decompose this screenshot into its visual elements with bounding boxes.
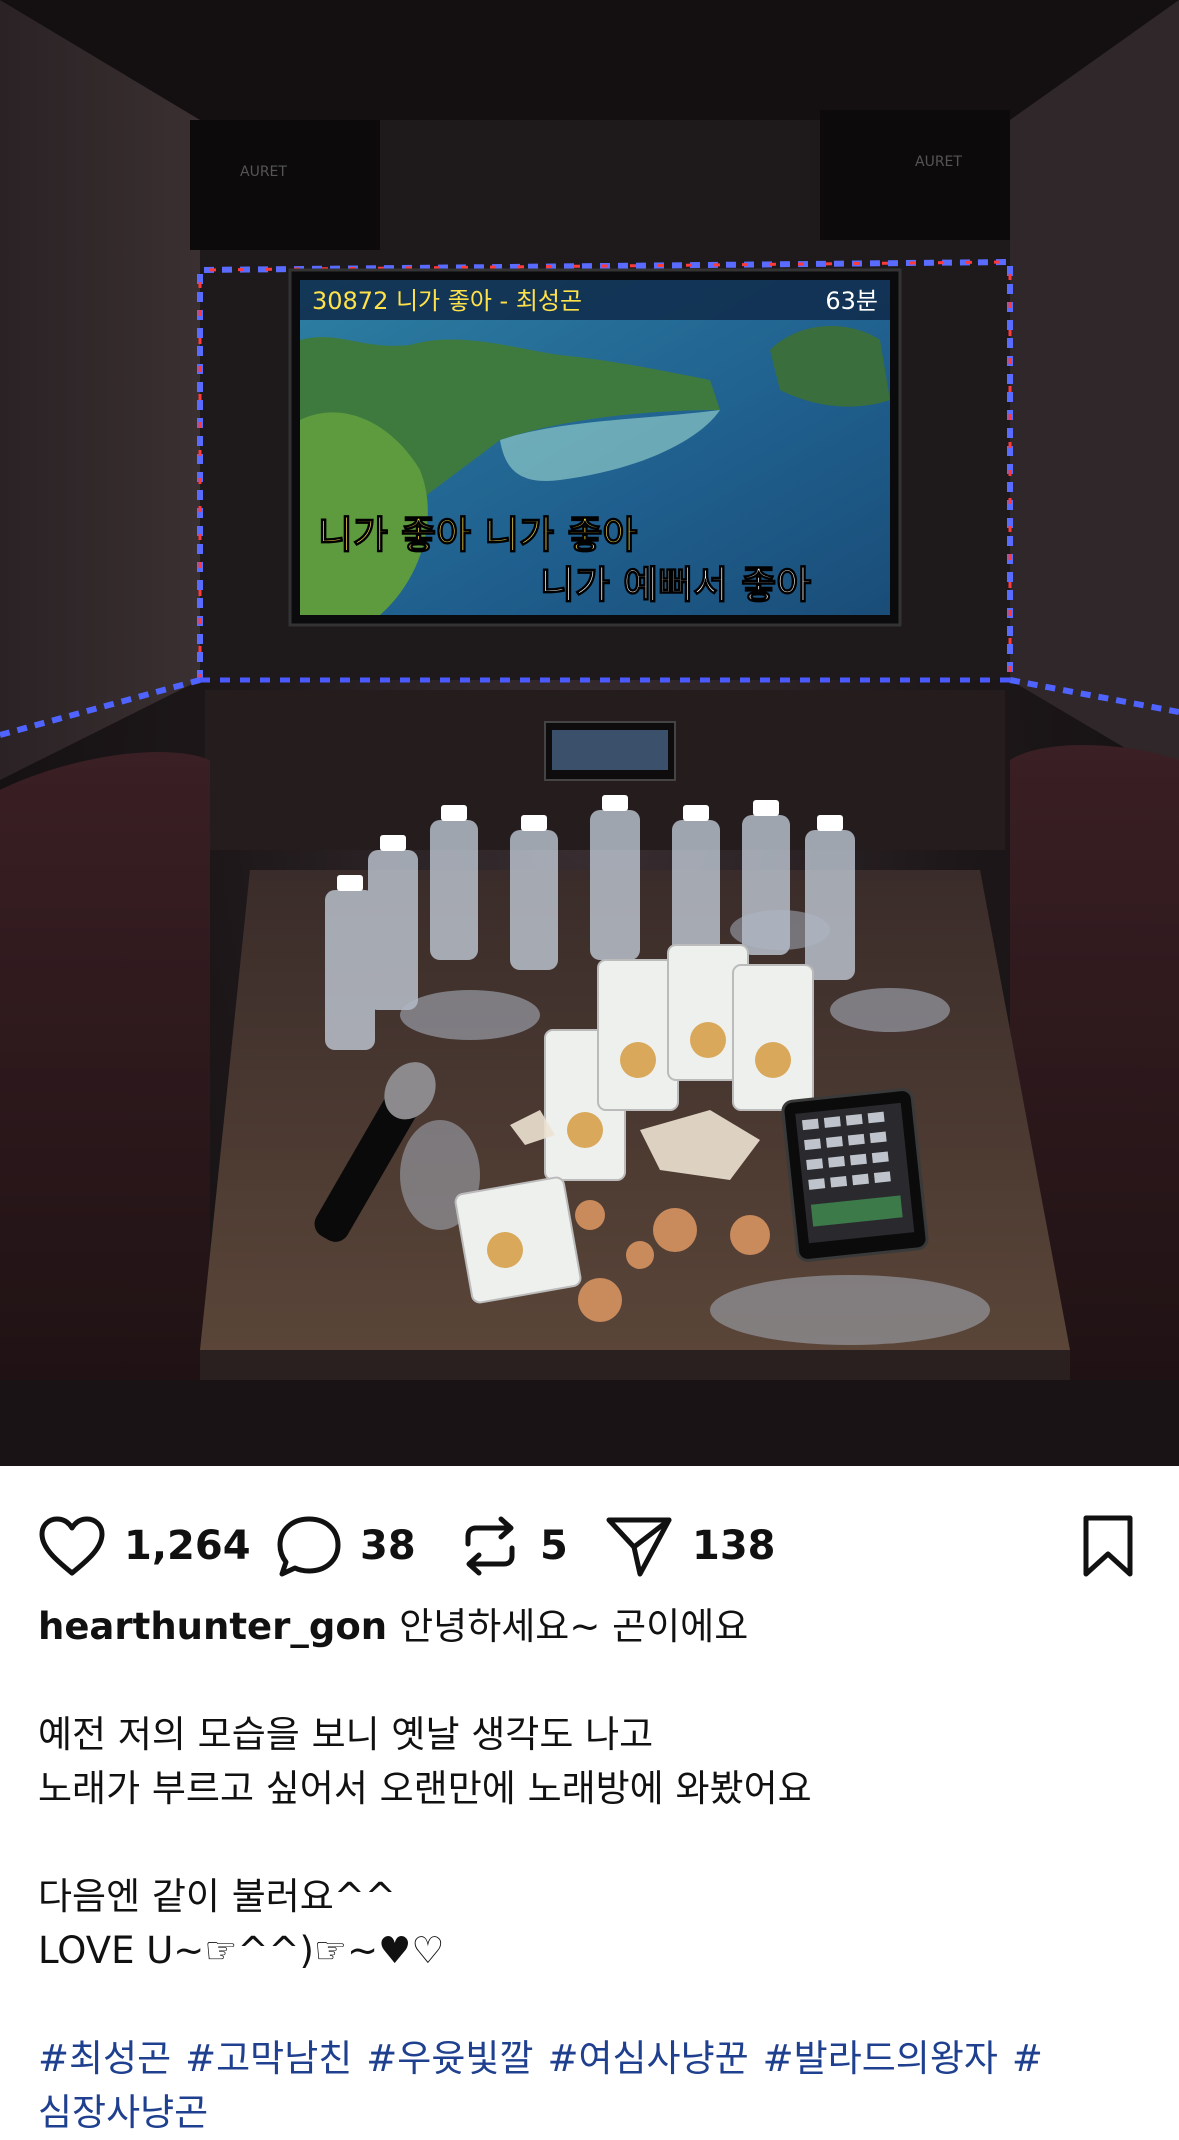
heart-icon[interactable] [38, 1515, 106, 1577]
share-action[interactable]: 138 [604, 1510, 776, 1582]
tv-lyric-line-1: 니가 좋아 니가 좋아 [318, 513, 637, 557]
speaker-brand-left: AURET [240, 164, 287, 180]
send-icon[interactable] [604, 1514, 674, 1578]
hashtag-link[interactable]: #발라드의왕자 [763, 2037, 998, 2080]
repost-action[interactable]: 5 [458, 1510, 568, 1582]
tv-lyric-line-2: 니가 예뻐서 좋아 [540, 563, 811, 607]
tv-minutes: 63분 [825, 287, 878, 315]
hashtag-link[interactable]: #고막남친 [185, 2037, 352, 2080]
bookmark-icon[interactable] [1080, 1514, 1136, 1578]
username-link[interactable]: hearthunter_gon [38, 1605, 387, 1648]
hashtag-list: #최성곤 #고막남친 #우윳빛깔 #여심사냥꾼 #발라드의왕자 #심장사냥곤 [38, 2032, 1148, 2140]
caption-first-line: hearthunter_gon 안녕하세요~ 곤이에요 [38, 1600, 1148, 1654]
comment-count: 38 [360, 1523, 416, 1569]
caption-line: 예전 저의 모습을 보니 옛날 생각도 나고 [38, 1713, 654, 1756]
repost-icon[interactable] [458, 1514, 522, 1578]
comment-bubble-icon[interactable] [276, 1514, 342, 1578]
karaoke-room-image: AURET AURET 30872 니가 좋아 - 최성곤 63분 니가 좋아 … [0, 0, 1179, 1466]
hashtag-link[interactable]: #우윳빛깔 [366, 2037, 533, 2080]
post-photo[interactable]: AURET AURET 30872 니가 좋아 - 최성곤 63분 니가 좋아 … [0, 0, 1179, 1466]
post-action-bar: 1,264 38 5 138 [0, 1466, 1179, 1616]
like-count: 1,264 [124, 1523, 251, 1569]
caption-line: 노래가 부르고 싶어서 오랜만에 노래방에 와봤어요 [38, 1767, 812, 1810]
caption-greeting: 안녕하세요~ 곤이에요 [399, 1605, 749, 1648]
hashtag-link[interactable]: #최성곤 [38, 2037, 171, 2080]
caption-line: 다음엔 같이 불러요^^ [38, 1875, 396, 1918]
repost-count: 5 [540, 1523, 568, 1569]
bookmark-action[interactable] [1080, 1510, 1136, 1582]
tv-song-banner: 30872 니가 좋아 - 최성곤 [312, 287, 582, 315]
like-action[interactable]: 1,264 [38, 1510, 251, 1582]
speaker-brand-right: AURET [915, 154, 962, 170]
hashtag-link[interactable]: #여심사냥꾼 [547, 2037, 748, 2080]
share-count: 138 [692, 1523, 776, 1569]
post-caption: hearthunter_gon 안녕하세요~ 곤이에요 예전 저의 모습을 보니 … [38, 1600, 1148, 2140]
caption-line: LOVE U~☞^^)☞~♥♡ [38, 1929, 445, 1972]
comment-action[interactable]: 38 [276, 1510, 416, 1582]
